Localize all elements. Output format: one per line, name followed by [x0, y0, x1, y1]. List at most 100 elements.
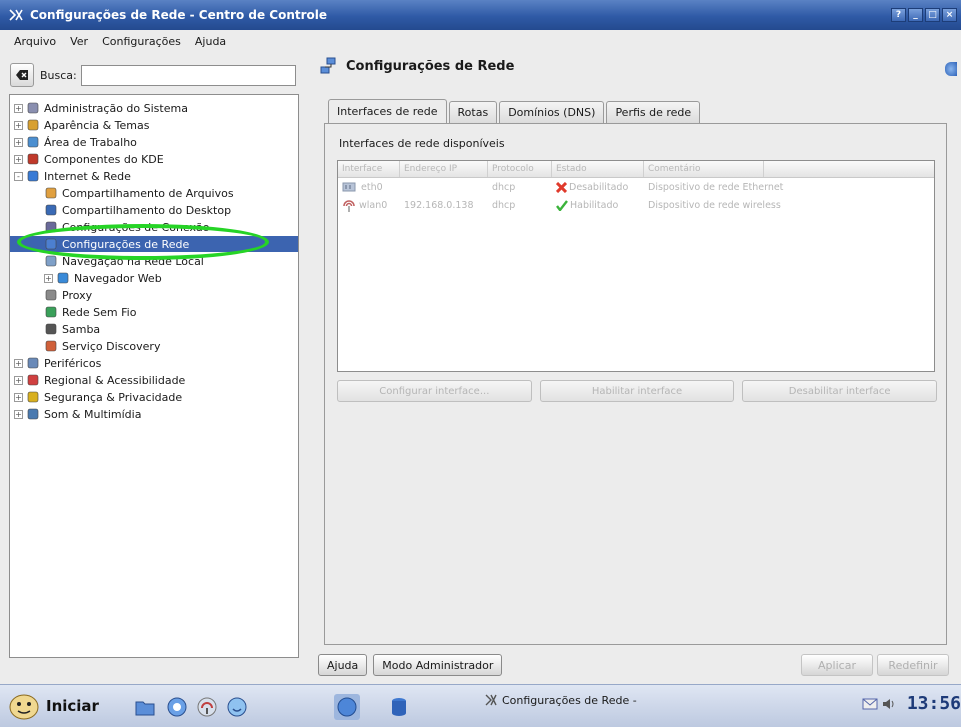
- minimize-button[interactable]: _: [908, 8, 923, 22]
- tree-item[interactable]: Configurações de Rede: [10, 236, 298, 252]
- chat-icon[interactable]: [226, 696, 248, 718]
- discovery-icon: [44, 339, 58, 353]
- column-comment[interactable]: Comentário: [644, 161, 764, 177]
- wireless-tool-icon[interactable]: [196, 696, 218, 718]
- start-logo-icon: [9, 694, 39, 720]
- expand-icon[interactable]: +: [14, 358, 23, 368]
- cell-protocol: dhcp: [492, 199, 516, 211]
- tree-item[interactable]: Serviço Discovery: [10, 338, 298, 354]
- column-protocol[interactable]: Protocolo: [488, 161, 552, 177]
- interfaces-list[interactable]: Interface Endereço IP Protocolo Estado C…: [337, 160, 935, 372]
- expand-icon[interactable]: +: [14, 103, 23, 113]
- collapse-icon[interactable]: -: [14, 171, 23, 181]
- enable-interface-button[interactable]: Habilitar interface: [539, 380, 735, 402]
- tree-item-label: Navegador Web: [74, 271, 162, 285]
- tree-item[interactable]: + Som & Multimídia: [10, 406, 298, 422]
- tree-item[interactable]: Proxy: [10, 287, 298, 303]
- reset-button[interactable]: Redefinir: [877, 654, 949, 676]
- interface-actions: Configurar interface... Habilitar interf…: [337, 380, 938, 402]
- menu-ajuda[interactable]: Ajuda: [195, 35, 226, 48]
- configure-interface-button[interactable]: Configurar interface...: [337, 380, 532, 402]
- control-center-icon: [8, 7, 24, 23]
- globe-desktop-icon[interactable]: [334, 694, 360, 720]
- tree-item[interactable]: + Área de Trabalho: [10, 134, 298, 150]
- tree-item[interactable]: + Periféricos: [10, 355, 298, 371]
- samba-icon: [44, 322, 58, 336]
- help-window-button[interactable]: ?: [891, 8, 906, 22]
- tab-dns[interactable]: Domínios (DNS): [499, 101, 605, 123]
- interface-name: wlan0: [359, 199, 388, 211]
- tree-item[interactable]: Compartilhamento do Desktop: [10, 202, 298, 218]
- sound-icon: [26, 407, 40, 421]
- expand-icon[interactable]: +: [14, 137, 23, 147]
- tree-item[interactable]: Configurações de Conexão: [10, 219, 298, 235]
- status-text: Desabilitado: [569, 181, 629, 193]
- tree-item[interactable]: + Aparência & Temas: [10, 117, 298, 133]
- taskbar: Iniciar Configurações de Rede - 13:56: [0, 684, 961, 727]
- tree-item[interactable]: + Administração do Sistema: [10, 100, 298, 116]
- expand-icon[interactable]: +: [44, 273, 53, 283]
- expand-icon[interactable]: +: [14, 375, 23, 385]
- interface-name: eth0: [361, 181, 383, 193]
- column-interface[interactable]: Interface: [338, 161, 400, 177]
- tree-item[interactable]: Rede Sem Fio: [10, 304, 298, 320]
- security-icon: [26, 390, 40, 404]
- expand-icon[interactable]: +: [14, 409, 23, 419]
- menubar: Arquivo Ver Configurações Ajuda: [0, 30, 961, 52]
- tree-item[interactable]: + Navegador Web: [10, 270, 298, 286]
- browser-icon[interactable]: [166, 696, 188, 718]
- desktop-sharing-icon: [44, 203, 58, 217]
- system-tray: [862, 697, 897, 711]
- lan-browsing-icon: [44, 254, 58, 268]
- mail-icon[interactable]: [862, 697, 878, 711]
- table-row[interactable]: eth0 dhcp Desabilitado Dispositivo de re…: [338, 178, 934, 196]
- control-center-small-icon: [485, 694, 497, 706]
- menu-configuracoes[interactable]: Configurações: [102, 35, 181, 48]
- cell-status: Habilitado: [552, 200, 644, 211]
- start-button[interactable]: Iniciar: [8, 691, 99, 721]
- expand-icon[interactable]: +: [14, 154, 23, 164]
- network-config-icon: [320, 57, 336, 74]
- appearance-icon: [26, 118, 40, 132]
- table-row[interactable]: wlan0 192.168.0.138 dhcp Habilitado Disp…: [338, 196, 934, 214]
- tree-item[interactable]: Navegação na Rede Local: [10, 253, 298, 269]
- taskbar-item-label: Configurações de Rede -: [502, 693, 637, 707]
- database-icon[interactable]: [388, 696, 410, 718]
- apply-button[interactable]: Aplicar: [801, 654, 873, 676]
- cell-protocol: dhcp: [492, 181, 516, 193]
- regional-icon: [26, 373, 40, 387]
- tree-item[interactable]: Compartilhamento de Arquivos: [10, 185, 298, 201]
- column-ip[interactable]: Endereço IP: [400, 161, 488, 177]
- cell-interface: eth0: [338, 181, 400, 193]
- expand-icon[interactable]: +: [14, 120, 23, 130]
- disable-interface-button[interactable]: Desabilitar interface: [742, 380, 938, 402]
- column-status[interactable]: Estado: [552, 161, 644, 177]
- tree-item[interactable]: - Internet & Rede: [10, 168, 298, 184]
- tree-item[interactable]: + Regional & Acessibilidade: [10, 372, 298, 388]
- search-input[interactable]: [80, 64, 296, 86]
- tree-item-label: Rede Sem Fio: [62, 305, 137, 319]
- tab-interfaces[interactable]: Interfaces de rede: [328, 99, 447, 123]
- tree-item-label: Configurações de Conexão: [62, 220, 210, 234]
- volume-icon[interactable]: [881, 697, 897, 711]
- help-button[interactable]: Ajuda: [318, 654, 368, 676]
- expand-icon[interactable]: +: [14, 392, 23, 402]
- close-button[interactable]: ×: [942, 8, 957, 22]
- menu-ver[interactable]: Ver: [70, 35, 88, 48]
- window-titlebar[interactable]: Configurações de Rede - Centro de Contro…: [0, 0, 961, 30]
- clear-search-button[interactable]: [10, 63, 34, 87]
- maximize-button[interactable]: □: [925, 8, 940, 22]
- tree-item-label: Samba: [62, 322, 101, 336]
- folder-icon[interactable]: [134, 696, 156, 718]
- admin-mode-button[interactable]: Modo Administrador: [373, 654, 503, 676]
- tab-perfis[interactable]: Perfis de rede: [606, 101, 701, 123]
- clock[interactable]: 13:56: [907, 693, 961, 714]
- tree-item[interactable]: + Componentes do KDE: [10, 151, 298, 167]
- taskbar-item-network[interactable]: Configurações de Rede -: [484, 693, 637, 707]
- module-tree[interactable]: + Administração do Sistema + Aparência & Te…: [9, 94, 299, 658]
- menu-arquivo[interactable]: Arquivo: [14, 35, 56, 48]
- window-title: Configurações de Rede - Centro de Contro…: [30, 8, 328, 22]
- tab-rotas[interactable]: Rotas: [448, 101, 498, 123]
- tree-item[interactable]: + Segurança & Privacidade: [10, 389, 298, 405]
- tree-item[interactable]: Samba: [10, 321, 298, 337]
